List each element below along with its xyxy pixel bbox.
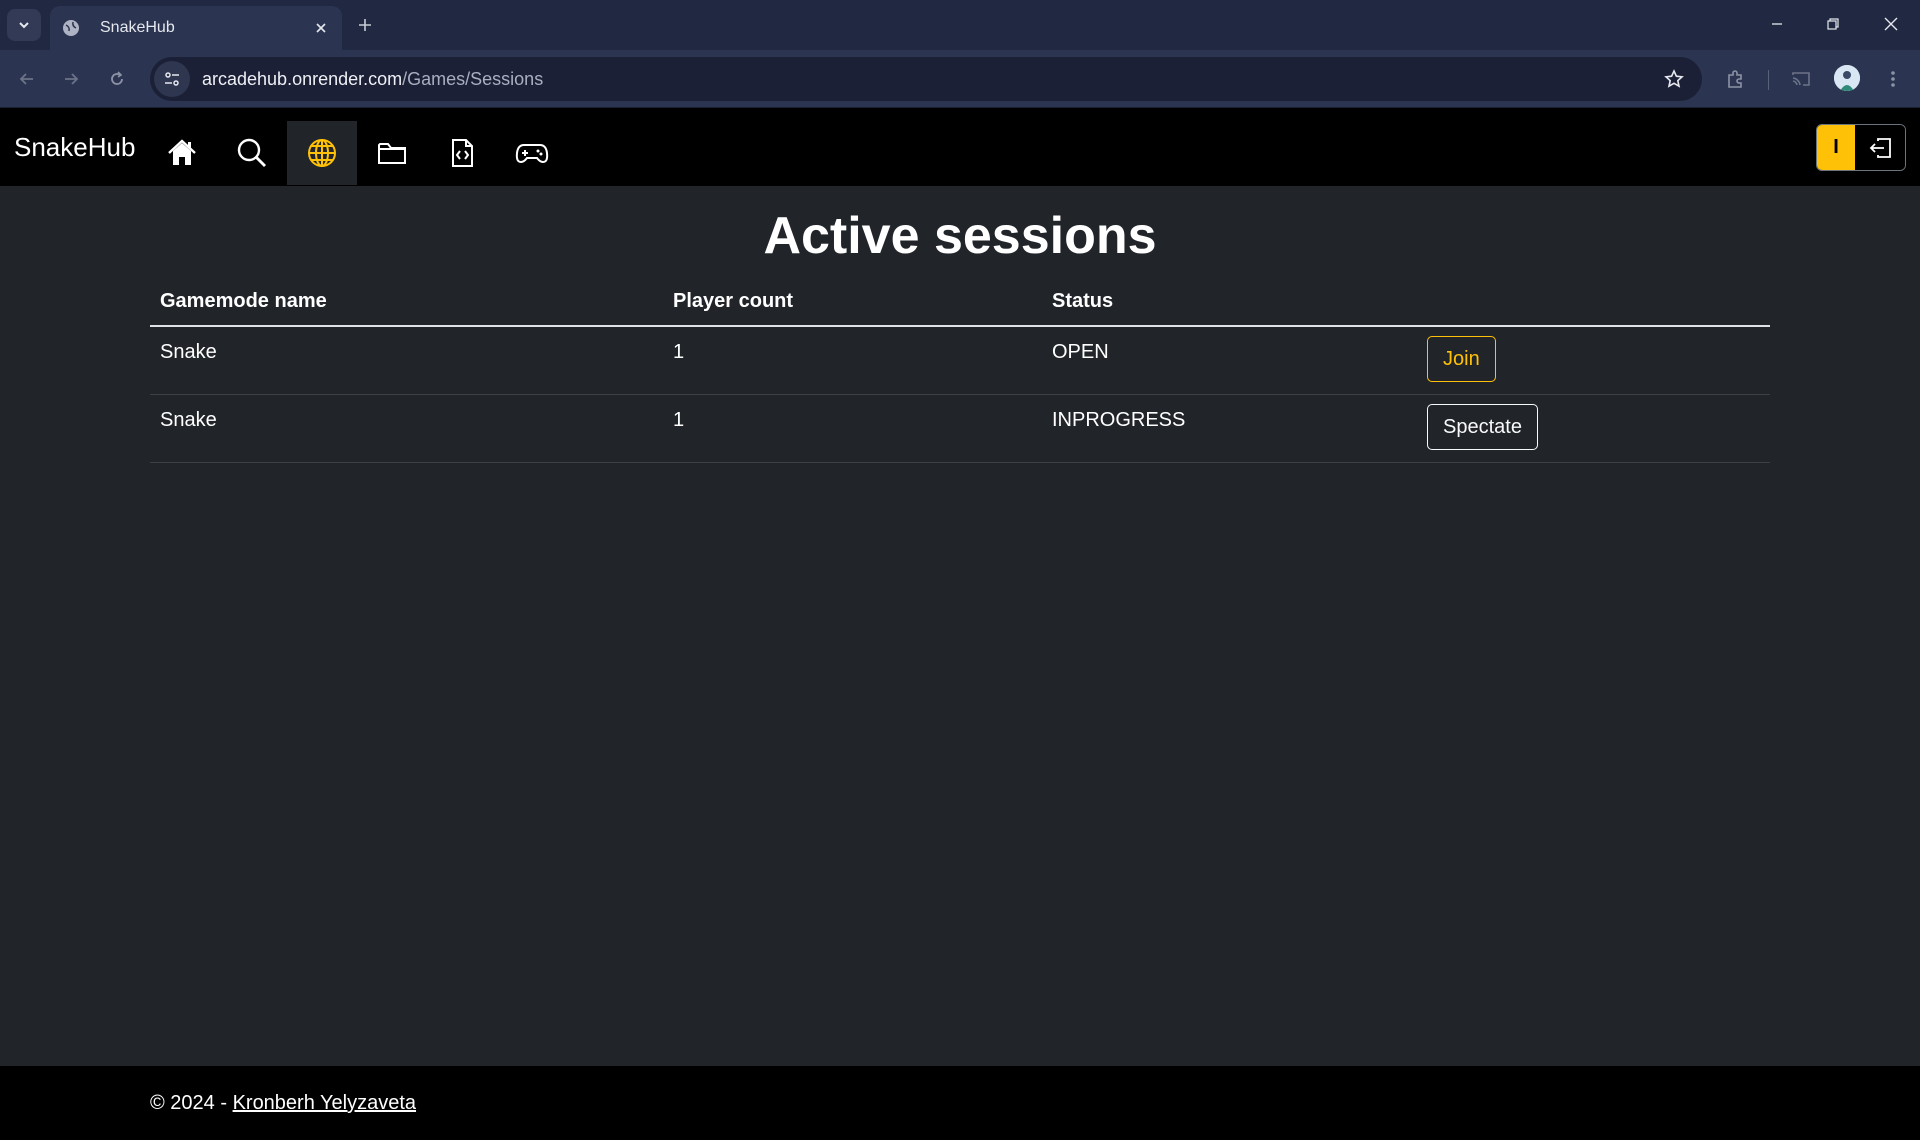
home-icon: [168, 139, 196, 165]
action-cell: Spectate: [1417, 394, 1770, 463]
site-info-icon[interactable]: [154, 61, 190, 97]
user-profile-button[interactable]: I: [1817, 125, 1855, 170]
brand-logo[interactable]: SnakeHub: [14, 132, 135, 163]
user-button-group: I: [1816, 124, 1906, 171]
nav-folders[interactable]: [357, 121, 427, 185]
arrow-right-icon: [65, 73, 79, 85]
player-count-cell: 1: [663, 394, 1042, 463]
nav-search[interactable]: [217, 121, 287, 185]
url-host: arcadehub.onrender.com: [202, 68, 403, 89]
player-count-cell: 1: [663, 326, 1042, 395]
gamemode-cell: Snake: [150, 394, 663, 463]
back-button[interactable]: [10, 62, 44, 96]
column-header-player-count: Player count: [663, 280, 1042, 327]
status-cell: INPROGRESS: [1042, 394, 1417, 463]
globe-icon: [308, 139, 336, 167]
tab-search-button[interactable]: [7, 9, 41, 41]
browser-tab[interactable]: SnakeHub: [50, 6, 342, 50]
footer-text: © 2024 - Kronberh Yelyzaveta: [150, 1092, 416, 1115]
nav-sessions[interactable]: [287, 121, 357, 185]
reload-button[interactable]: [100, 62, 134, 96]
close-window-button[interactable]: [1864, 4, 1918, 44]
folder-icon: [378, 143, 406, 164]
status-cell: OPEN: [1042, 326, 1417, 395]
search-icon: [237, 138, 266, 167]
copyright-text: © 2024 -: [150, 1092, 233, 1114]
url-path: /Games/Sessions: [402, 68, 544, 89]
logout-button[interactable]: [1855, 125, 1905, 170]
restore-icon: [1827, 18, 1839, 30]
close-tab-icon[interactable]: [308, 15, 334, 41]
cast-icon: [1792, 72, 1810, 86]
chevron-down-icon: [19, 22, 29, 29]
browser-tab-strip: SnakeHub: [0, 0, 1920, 50]
sessions-table: Gamemode name Player count Status Snake …: [150, 280, 1770, 463]
gamepad-icon: [515, 144, 549, 164]
browser-toolbar: arcadehub.onrender.com/Games/Sessions: [0, 50, 1920, 108]
minimize-button[interactable]: [1750, 4, 1804, 44]
page-title: Active sessions: [763, 207, 1157, 265]
action-cell: Join: [1417, 326, 1770, 395]
table-row: Snake 1 INPROGRESS Spectate: [150, 394, 1770, 463]
toolbar-divider: [1768, 70, 1769, 90]
tab-title: SnakeHub: [100, 19, 175, 36]
gamemode-cell: Snake: [150, 326, 663, 395]
plus-icon: [359, 19, 371, 31]
browser-menu-button[interactable]: [1876, 62, 1910, 96]
globe-icon: [62, 19, 80, 37]
nav-games[interactable]: [497, 121, 567, 185]
nav-home[interactable]: [147, 121, 217, 185]
minimize-icon: [1772, 23, 1782, 25]
cast-button[interactable]: [1784, 62, 1818, 96]
nav-code-files[interactable]: [427, 121, 497, 185]
table-row: Snake 1 OPEN Join: [150, 326, 1770, 395]
forward-button[interactable]: [54, 62, 88, 96]
spectate-button[interactable]: Spectate: [1427, 403, 1538, 450]
bookmark-star-icon[interactable]: [1662, 67, 1686, 91]
extensions-button[interactable]: [1718, 62, 1752, 96]
table-header-row: Gamemode name Player count Status: [150, 280, 1770, 327]
profile-avatar[interactable]: [1834, 65, 1860, 91]
close-icon: [1884, 17, 1898, 31]
restore-button[interactable]: [1806, 4, 1860, 44]
reload-icon: [111, 71, 123, 85]
logout-icon: [1869, 137, 1891, 158]
address-bar[interactable]: arcadehub.onrender.com/Games/Sessions: [150, 57, 1702, 101]
column-header-status: Status: [1042, 280, 1417, 327]
puzzle-icon: [1728, 70, 1742, 88]
column-header-gamemode: Gamemode name: [150, 280, 663, 327]
arrow-left-icon: [19, 73, 33, 85]
site-footer: © 2024 - Kronberh Yelyzaveta: [0, 1066, 1920, 1140]
join-button[interactable]: Join: [1427, 336, 1496, 382]
new-tab-button[interactable]: [350, 10, 380, 40]
url-text: arcadehub.onrender.com/Games/Sessions: [202, 69, 543, 90]
author-link[interactable]: Kronberh Yelyzaveta: [233, 1092, 416, 1114]
code-file-icon: [452, 139, 473, 167]
column-header-action: [1417, 280, 1770, 327]
kebab-menu-icon: [1891, 71, 1895, 87]
site-navbar: SnakeHub I: [0, 108, 1920, 186]
